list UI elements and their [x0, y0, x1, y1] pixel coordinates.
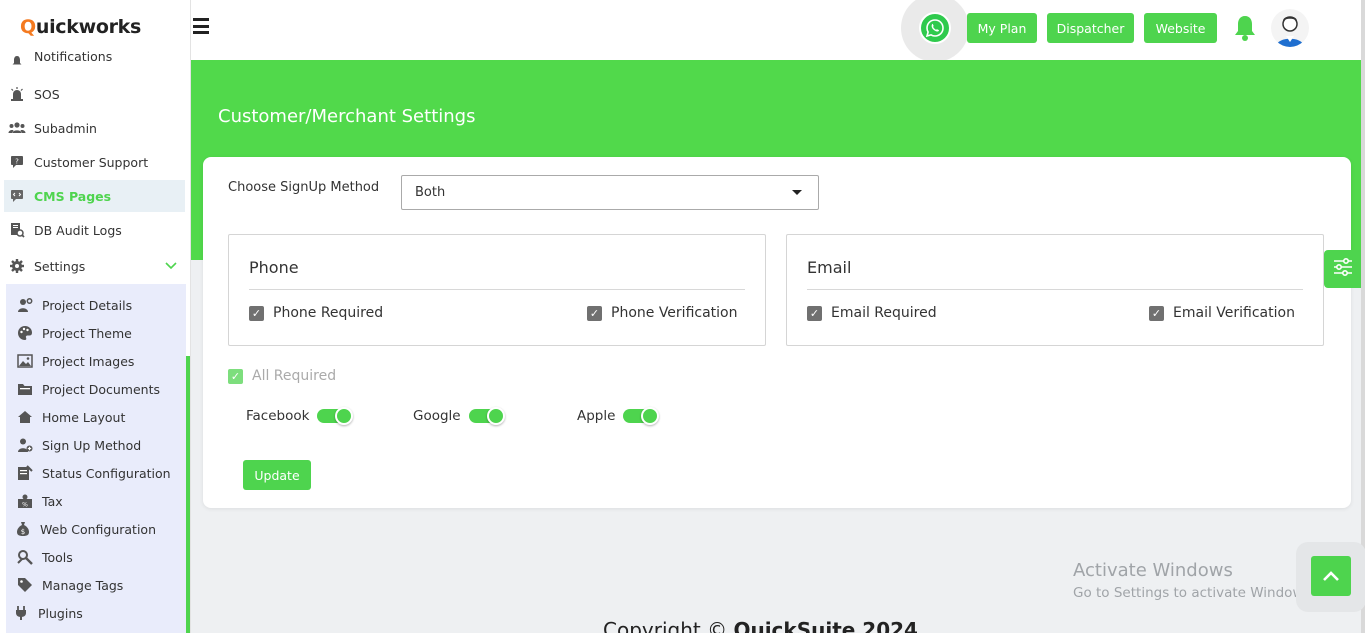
footer-copyright: Copyright © QuickSuite 2024 — [603, 618, 918, 633]
svg-text:$: $ — [21, 528, 25, 536]
phone-panel: Phone ✓ Phone Required ✓ Phone Verificat… — [228, 234, 766, 346]
divider — [807, 289, 1303, 290]
chevron-down-icon — [165, 259, 177, 274]
checkmark-icon: ✓ — [249, 305, 264, 321]
submenu-item-home-layout[interactable]: Home Layout — [16, 405, 181, 429]
sidebar-item-sos[interactable]: SOS — [4, 78, 185, 110]
scroll-to-top-button[interactable] — [1311, 556, 1351, 596]
whatsapp-icon — [919, 12, 951, 44]
submenu-item-tools[interactable]: Tools — [16, 545, 181, 569]
svg-text:%: % — [22, 502, 28, 509]
svg-text:?: ? — [15, 158, 19, 166]
submenu-item-plugins[interactable]: Plugins — [12, 601, 177, 625]
checkmark-icon: ✓ — [807, 305, 822, 321]
image-icon — [16, 352, 34, 370]
checkmark-icon: ✓ — [1149, 305, 1164, 321]
signup-method-select[interactable]: Both — [401, 175, 819, 210]
sidebar-item-settings[interactable]: Settings — [4, 250, 185, 282]
signup-method-label: Choose SignUp Method — [228, 180, 380, 195]
my-plan-button[interactable]: My Plan — [967, 13, 1037, 43]
google-toggle[interactable] — [468, 407, 505, 425]
code-bubble-icon — [8, 187, 26, 205]
folder-icon — [16, 380, 34, 398]
submenu-item-project-details[interactable]: Project Details — [16, 293, 181, 317]
notification-bell-icon[interactable] — [1233, 14, 1257, 42]
dispatcher-button[interactable]: Dispatcher — [1047, 13, 1134, 43]
phone-panel-title: Phone — [249, 258, 299, 277]
user-avatar[interactable] — [1271, 9, 1309, 47]
chat-icon: ? — [8, 153, 26, 171]
home-icon — [16, 408, 34, 426]
signup-method-value: Both — [415, 185, 446, 200]
sidebar-item-subadmin[interactable]: Subadmin — [4, 112, 185, 144]
top-header: My Plan Dispatcher Website — [191, 0, 1365, 62]
chevron-up-icon — [1322, 567, 1340, 586]
tax-icon: % — [16, 492, 34, 510]
google-toggle-group: Google — [413, 407, 505, 425]
plug-icon — [12, 604, 30, 622]
email-panel-title: Email — [807, 258, 852, 277]
email-required-checkbox[interactable]: ✓ Email Required — [807, 305, 937, 321]
update-button[interactable]: Update — [243, 460, 311, 490]
caret-down-icon — [792, 190, 802, 195]
submenu-item-project-documents[interactable]: Project Documents — [16, 377, 181, 401]
facebook-toggle-group: Facebook — [246, 407, 354, 425]
submenu-item-sign-up-method[interactable]: Sign Up Method — [16, 433, 181, 457]
gear-icon — [8, 257, 26, 275]
sidebar-item-customer-support[interactable]: ? Customer Support — [4, 146, 185, 178]
settings-card: Choose SignUp Method Both Phone ✓ Phone … — [203, 157, 1351, 508]
tag-icon — [16, 576, 34, 594]
sidebar-item-cms-pages[interactable]: CMS Pages — [4, 180, 185, 212]
activate-windows-watermark: Activate Windows Go to Settings to activ… — [1073, 560, 1315, 601]
apple-toggle-group: Apple — [577, 407, 660, 425]
siren-icon — [8, 85, 26, 103]
website-button[interactable]: Website — [1144, 13, 1217, 43]
user-gear-icon — [16, 296, 34, 314]
palette-icon — [16, 324, 34, 342]
tools-icon — [16, 548, 34, 566]
customizer-toggle[interactable] — [1324, 250, 1361, 288]
settings-submenu: Project Details Project Theme Project Im… — [6, 284, 186, 633]
user-add-icon — [16, 436, 34, 454]
divider — [249, 289, 745, 290]
brand-logo[interactable]: Quickworks — [20, 16, 141, 38]
sidebar-item-db-audit-logs[interactable]: DB Audit Logs — [4, 214, 185, 246]
submenu-item-web-configuration[interactable]: $ Web Configuration — [14, 517, 179, 541]
email-verification-checkbox[interactable]: ✓ Email Verification — [1149, 305, 1295, 321]
page-scrollbar[interactable] — [1361, 0, 1365, 633]
apple-toggle[interactable] — [623, 407, 660, 425]
phone-required-checkbox[interactable]: ✓ Phone Required — [249, 305, 383, 321]
submenu-item-project-images[interactable]: Project Images — [16, 349, 181, 373]
bell-icon — [8, 52, 26, 70]
checkmark-icon: ✓ — [587, 305, 602, 321]
sidebar-item-notifications[interactable]: Notifications — [4, 46, 185, 70]
all-required-checkbox[interactable]: ✓ All Required — [228, 368, 336, 384]
facebook-toggle[interactable] — [317, 407, 354, 425]
sidebar-scrollbar[interactable] — [186, 356, 190, 633]
submenu-item-tax[interactable]: % Tax — [16, 489, 181, 513]
sliders-icon — [1333, 257, 1353, 280]
submenu-item-project-theme[interactable]: Project Theme — [16, 321, 181, 345]
submenu-item-status-configuration[interactable]: Status Configuration — [16, 461, 181, 485]
page-title: Customer/Merchant Settings — [218, 106, 476, 127]
users-icon — [8, 119, 26, 137]
list-check-icon — [16, 464, 34, 482]
hamburger-menu-icon[interactable] — [193, 18, 209, 34]
phone-verification-checkbox[interactable]: ✓ Phone Verification — [587, 305, 737, 321]
checkmark-icon: ✓ — [228, 368, 243, 384]
sidebar: Quickworks Notifications SOS Subadmin ? … — [0, 0, 191, 633]
document-search-icon — [8, 221, 26, 239]
money-bag-icon: $ — [14, 520, 32, 538]
submenu-item-manage-tags[interactable]: Manage Tags — [16, 573, 181, 597]
email-panel: Email ✓ Email Required ✓ Email Verificat… — [786, 234, 1324, 346]
whatsapp-button[interactable] — [901, 0, 969, 62]
